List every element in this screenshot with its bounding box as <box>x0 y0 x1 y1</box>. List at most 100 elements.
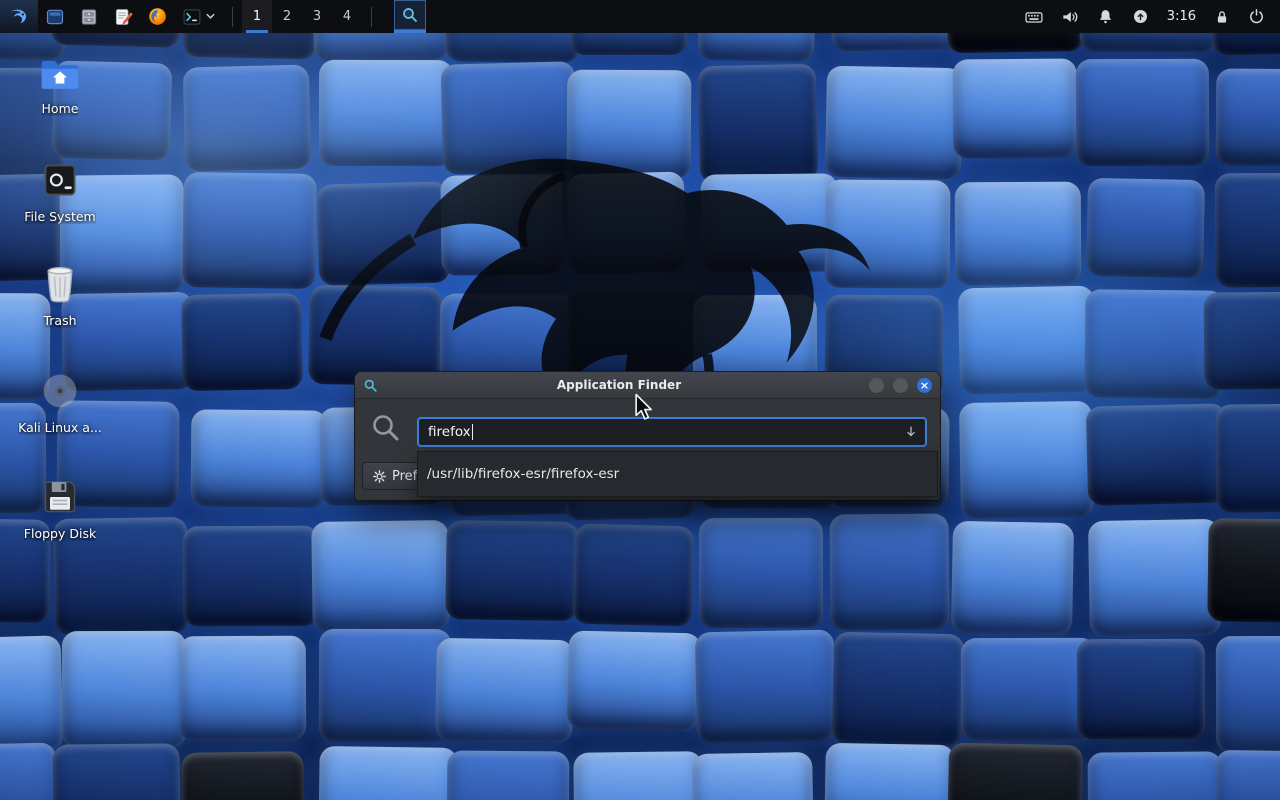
wallpaper-cube <box>316 182 450 286</box>
notifications-button[interactable] <box>1090 0 1121 33</box>
workspace-3-label: 3 <box>313 9 321 24</box>
search-input[interactable]: firefox <box>417 417 927 447</box>
minimize-button[interactable] <box>869 378 884 393</box>
wallpaper-cube <box>62 631 186 748</box>
desktop-icon-label: Floppy Disk <box>24 526 96 541</box>
desktop: 1 2 3 4 <box>0 0 1280 800</box>
file-manager-icon <box>79 7 99 27</box>
wallpaper-cube <box>1215 172 1280 287</box>
desktop-icon-trash[interactable]: Trash <box>2 264 118 328</box>
wallpaper-cube <box>1088 519 1221 637</box>
desktop-icon-label: File System <box>24 209 96 224</box>
wallpaper-cube <box>1086 403 1228 505</box>
wallpaper-cube <box>0 636 64 754</box>
launcher-text-editor[interactable] <box>106 0 140 33</box>
wallpaper-cube <box>53 744 181 800</box>
wallpaper-cube <box>959 401 1094 519</box>
wallpaper-cube <box>311 520 449 632</box>
wallpaper-cube <box>441 174 564 275</box>
wallpaper-cube <box>695 630 836 744</box>
launcher-terminal[interactable] <box>175 0 204 33</box>
wallpaper-cube <box>183 64 312 171</box>
entry-dropdown-arrow-icon[interactable] <box>904 425 918 439</box>
wallpaper-cube <box>1207 518 1280 623</box>
workspace-3[interactable]: 3 <box>302 0 332 33</box>
desktop-icon-home[interactable]: Home <box>2 56 118 116</box>
power-icon <box>1247 7 1266 26</box>
app-finder-task-icon <box>401 6 419 24</box>
panel-clock[interactable]: 3:16 <box>1160 9 1203 24</box>
wallpaper-cube <box>0 743 58 800</box>
close-button[interactable]: × <box>917 378 932 393</box>
wallpaper-cube <box>946 743 1083 800</box>
wallpaper-cube <box>182 172 317 289</box>
home-folder-icon <box>39 56 81 92</box>
wallpaper-cube <box>440 61 577 174</box>
wallpaper-cube <box>573 523 694 626</box>
wallpaper-cube <box>958 286 1097 395</box>
wallpaper-cube <box>1216 69 1280 167</box>
terminal-dropdown-button[interactable] <box>204 0 223 33</box>
app-window-icon <box>45 7 65 27</box>
search-icon <box>370 412 402 444</box>
panel-separator <box>371 7 372 27</box>
wallpaper-cube <box>567 70 691 179</box>
wallpaper-cube <box>1214 750 1280 800</box>
lock-icon <box>1213 8 1231 26</box>
wallpaper-cube <box>1077 639 1205 739</box>
tasklist-application-finder[interactable] <box>394 0 426 33</box>
wallpaper-cube <box>825 743 956 800</box>
workspace-2[interactable]: 2 <box>272 0 302 33</box>
completion-popup: /usr/lib/firefox-esr/firefox-esr <box>417 451 938 497</box>
search-input-value: firefox <box>428 424 471 440</box>
trash-icon <box>41 264 79 304</box>
desktop-icon-label: Kali Linux a... <box>18 420 102 435</box>
wallpaper-cube <box>181 751 304 800</box>
wallpaper-cube <box>953 58 1078 158</box>
launcher-firefox[interactable] <box>140 0 175 33</box>
workspace-1[interactable]: 1 <box>242 0 272 33</box>
desktop-icon-label: Home <box>42 101 79 116</box>
wallpaper-cube <box>1216 636 1280 753</box>
desktop-icon-file-system[interactable]: File System <box>2 160 118 224</box>
wallpaper-cube <box>435 638 574 743</box>
kali-menu-button[interactable] <box>0 0 38 33</box>
wallpaper-cube <box>191 410 328 508</box>
wallpaper-cube <box>700 174 838 273</box>
updates-status-button[interactable] <box>1125 0 1156 33</box>
wallpaper-cube <box>566 171 686 274</box>
window-body: firefox Preferences /u <box>355 399 940 499</box>
workspace-2-label: 2 <box>283 9 291 24</box>
suggestion-item[interactable]: /usr/lib/firefox-esr/firefox-esr <box>418 466 628 482</box>
wallpaper-cube <box>318 746 458 800</box>
text-caret <box>472 424 473 440</box>
updates-circle-arrow-icon <box>1131 7 1150 26</box>
wallpaper-cube <box>698 64 819 183</box>
wallpaper-cube <box>319 60 453 166</box>
keyboard-layout-button[interactable] <box>1018 0 1050 33</box>
wallpaper-cube <box>830 514 950 631</box>
window-titlebar[interactable]: Application Finder × <box>355 372 940 399</box>
bell-icon <box>1096 7 1115 26</box>
session-power-button[interactable] <box>1241 0 1272 33</box>
wallpaper-cube <box>1203 292 1280 391</box>
maximize-button[interactable] <box>893 378 908 393</box>
system-tray: 3:16 <box>1018 0 1280 33</box>
screen-lock-button[interactable] <box>1207 0 1237 33</box>
wallpaper-cube <box>1215 403 1280 512</box>
volume-button[interactable] <box>1054 0 1086 33</box>
workspace-4[interactable]: 4 <box>332 0 362 33</box>
desktop-icon-floppy[interactable]: Floppy Disk <box>2 477 118 541</box>
launcher-app-window[interactable] <box>38 0 72 33</box>
kali-disc-icon <box>40 371 80 411</box>
wallpaper-cube <box>446 751 569 800</box>
wallpaper-cube <box>824 180 950 289</box>
kali-logo-icon <box>8 6 30 28</box>
wallpaper-cube <box>179 635 307 741</box>
desktop-icon-kali-cd[interactable]: Kali Linux a... <box>2 371 118 435</box>
wallpaper-cube <box>309 285 443 386</box>
wallpaper-cube <box>955 181 1081 285</box>
launcher-file-manager[interactable] <box>72 0 106 33</box>
wallpaper-cube <box>182 525 319 626</box>
wallpaper-cube <box>824 66 962 179</box>
